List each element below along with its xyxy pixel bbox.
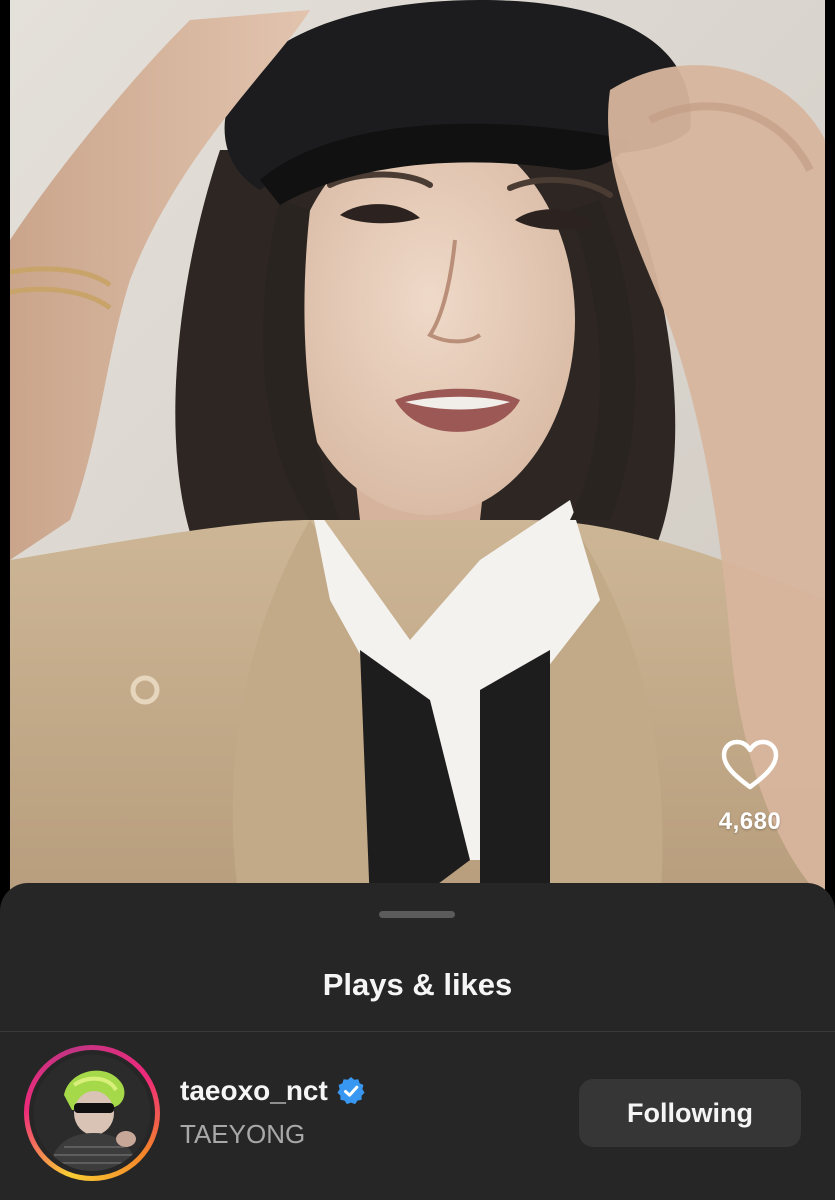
story-ring[interactable] xyxy=(24,1045,160,1181)
username-line: taeoxo_nct xyxy=(180,1075,366,1107)
reel-screen: 4,680 Plays & likes taeoxo_nct TAEYONG F… xyxy=(0,0,835,1200)
username[interactable]: taeoxo_nct xyxy=(180,1075,328,1107)
reel-video[interactable]: 4,680 xyxy=(10,0,825,905)
sheet-grabber-handle[interactable] xyxy=(379,911,455,918)
following-button[interactable]: Following xyxy=(579,1079,801,1147)
display-name: TAEYONG xyxy=(180,1119,306,1149)
avatar xyxy=(34,1055,150,1171)
like-group: 4,680 xyxy=(705,736,795,836)
like-button[interactable] xyxy=(719,736,781,794)
sheet-divider xyxy=(0,1031,835,1032)
like-count: 4,680 xyxy=(718,808,782,835)
avatar-image xyxy=(34,1055,150,1171)
sheet-title: Plays & likes xyxy=(322,967,513,1002)
plays-likes-sheet: Plays & likes taeoxo_nct TAEYONG Followi… xyxy=(0,883,835,1200)
heart-outline-icon xyxy=(721,739,779,790)
video-frame-image xyxy=(10,0,825,905)
verified-badge-icon xyxy=(337,1077,365,1105)
user-row[interactable]: taeoxo_nct TAEYONG Following xyxy=(0,1045,835,1185)
